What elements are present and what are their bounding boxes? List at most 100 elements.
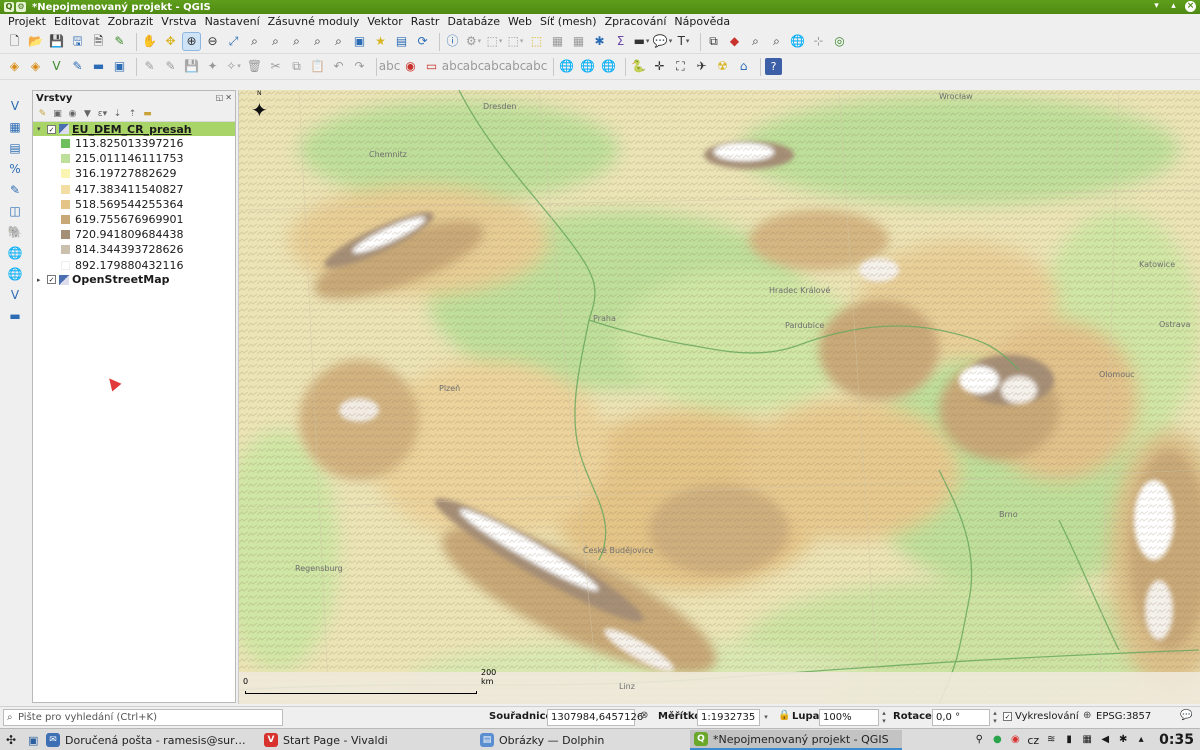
zoom-in-icon[interactable]: ⊕ xyxy=(182,32,201,51)
add-spatialite-icon[interactable]: ◫ xyxy=(5,202,25,220)
vertex-tool-icon[interactable]: ✧ xyxy=(225,58,242,75)
cut-features-icon[interactable]: ✂ xyxy=(267,58,284,75)
taskbar-item-dolphin[interactable]: ▤ Obrázky — Dolphin xyxy=(476,730,688,750)
add-wfs-layer-icon[interactable]: 🌐 xyxy=(5,265,25,283)
style-manager-icon[interactable]: ✎ xyxy=(111,33,128,50)
menu-projekt[interactable]: Projekt xyxy=(4,14,50,30)
deselect-icon[interactable]: ⬚ xyxy=(528,33,545,50)
redo-icon[interactable]: ↷ xyxy=(351,58,368,75)
maximize-button[interactable]: ▴ xyxy=(1168,1,1179,12)
copy-features-icon[interactable]: ⧉ xyxy=(288,58,305,75)
wifi-icon[interactable]: ≋ xyxy=(1045,734,1057,746)
python-console-icon[interactable]: 🐍 xyxy=(630,58,647,75)
label-rotate-icon[interactable]: abc xyxy=(463,58,485,75)
copy-layer-icon[interactable]: ⧉ xyxy=(705,33,722,50)
vivaldi-tray-icon[interactable]: ◉ xyxy=(1009,734,1021,746)
pin-icon[interactable]: ⚲ xyxy=(973,734,985,746)
menu-napoveda[interactable]: Nápověda xyxy=(670,14,734,30)
collapse-all-icon[interactable]: ⇡ xyxy=(127,109,138,119)
manage-themes-icon[interactable]: ◉ xyxy=(67,109,78,119)
plugin-qms-icon[interactable]: ◆ xyxy=(726,33,743,50)
menu-zobrazit[interactable]: Zobrazit xyxy=(104,14,158,30)
edit-pencil-icon[interactable]: ✎ xyxy=(141,58,158,75)
pan-icon[interactable]: ✋ xyxy=(141,33,158,50)
coordinate-toggle-icon[interactable]: ⊗ xyxy=(640,710,648,721)
zoom-next-icon[interactable]: ⌕ xyxy=(330,33,347,50)
save-project-icon[interactable]: 💾 xyxy=(48,33,65,50)
identify-icon[interactable]: ⓘ xyxy=(444,33,461,50)
globe-search-icon[interactable]: 🌐 xyxy=(558,58,575,75)
zoom-field[interactable]: 100% xyxy=(819,709,879,726)
menu-zasuvne-moduly[interactable]: Zásuvné moduly xyxy=(264,14,364,30)
minimize-button[interactable]: ▾ xyxy=(1151,1,1162,12)
remove-layer-icon[interactable]: ▬ xyxy=(142,109,153,119)
add-delimited-text-icon[interactable]: % xyxy=(5,160,25,178)
plugin-search-icon[interactable]: ⌕ xyxy=(747,33,764,50)
render-checkbox[interactable]: ✓ xyxy=(1003,712,1012,721)
close-panel-icon[interactable]: ✕ xyxy=(225,93,232,102)
menu-sit-mesh[interactable]: Síť (mesh) xyxy=(536,14,601,30)
undo-icon[interactable]: ↶ xyxy=(330,58,347,75)
rotation-field[interactable]: 0,0 ° xyxy=(932,709,990,726)
taskbar-item-mail[interactable]: ✉ Doručená pošta - ramesis@sur… xyxy=(42,730,258,750)
menu-nastaveni[interactable]: Nastavení xyxy=(201,14,264,30)
expand-all-icon[interactable]: ⇣ xyxy=(112,109,123,119)
collapse-arrow-icon[interactable]: ▸ xyxy=(37,276,45,284)
expand-tray-icon[interactable]: ▴ xyxy=(1135,734,1147,746)
clock[interactable]: 0:35 xyxy=(1159,732,1194,748)
add-gps-layer-icon[interactable]: ✎ xyxy=(5,181,25,199)
layer-visibility-checkbox[interactable]: ✓ xyxy=(47,275,56,285)
layer-item-openstreetmap[interactable]: ▸ ✓ OpenStreetMap xyxy=(33,273,235,287)
label-pin-icon[interactable]: ◉ xyxy=(402,58,419,75)
rotation-spinner[interactable]: ▴ ▾ xyxy=(990,709,1000,726)
add-wms-layer-icon[interactable]: 🌐 xyxy=(5,244,25,262)
menu-vektor[interactable]: Vektor xyxy=(363,14,406,30)
globe-wfs-icon[interactable]: 🌐 xyxy=(600,58,617,75)
airplane-icon[interactable]: ✈ xyxy=(693,58,710,75)
add-vector-icon[interactable]: V xyxy=(48,58,65,75)
select-by-value-icon[interactable]: ⬚ xyxy=(507,33,524,50)
filter-expression-icon[interactable]: ε▾ xyxy=(97,109,108,119)
settings-icon[interactable]: ⚙ xyxy=(16,2,26,12)
gps-icon[interactable]: ⛶ xyxy=(672,58,689,75)
layer-visibility-checkbox[interactable]: ✓ xyxy=(47,124,56,134)
save-as-icon[interactable]: 🖫 xyxy=(69,33,86,50)
show-bookmarks-icon[interactable]: ▤ xyxy=(393,33,410,50)
layer-style-icon[interactable]: ✎ xyxy=(37,109,48,119)
zoom-out-icon[interactable]: ⊖ xyxy=(204,33,221,50)
delete-selected-icon[interactable]: 🗑 xyxy=(246,58,263,75)
processing-toolbox-icon[interactable]: ✱ xyxy=(591,33,608,50)
zoom-selection-icon[interactable]: ⌕ xyxy=(246,33,263,50)
title-bar[interactable]: Q ⚙ *Nepojmenovaný projekt - QGIS ▾ ▴ × xyxy=(0,0,1200,14)
statistics-icon[interactable]: Σ xyxy=(612,33,629,50)
new-project-icon[interactable]: 🗋 xyxy=(6,33,23,50)
coordinate-field[interactable]: 1307984,6457126 xyxy=(547,709,643,726)
menu-rastr[interactable]: Rastr xyxy=(407,14,444,30)
refresh-icon[interactable]: ⟳ xyxy=(414,33,431,50)
open-project-icon[interactable]: 📂 xyxy=(27,33,44,50)
menu-web[interactable]: Web xyxy=(504,14,536,30)
pan-to-selection-icon[interactable]: ✥ xyxy=(162,33,179,50)
notifications-icon[interactable]: ✱ xyxy=(1117,734,1129,746)
map-canvas[interactable]: N ✦ Dresden Wrocław Praha Hradec Králové… xyxy=(238,90,1200,704)
save-edits-icon[interactable]: 💾 xyxy=(183,58,200,75)
menu-editovat[interactable]: Editovat xyxy=(50,14,104,30)
messages-icon[interactable]: 💬 xyxy=(1180,710,1192,721)
add-mesh-layer-icon[interactable]: ▤ xyxy=(5,139,25,157)
add-group-icon[interactable]: ▣ xyxy=(52,109,63,119)
zoom-last-icon[interactable]: ⌕ xyxy=(309,33,326,50)
add-postgis-icon[interactable]: 🐘 xyxy=(5,223,25,241)
add-wms-icon[interactable]: ▬ xyxy=(90,58,107,75)
close-button[interactable]: × xyxy=(1185,1,1196,12)
add-vector-layer-icon[interactable]: V xyxy=(5,97,25,115)
label-show-icon[interactable]: abc xyxy=(505,58,527,75)
plugin-globe-icon[interactable]: 🌐 xyxy=(789,33,806,50)
taskbar-item-qgis[interactable]: Q *Nepojmenovaný projekt - QGIS xyxy=(690,730,902,750)
plugin-crosshair-icon[interactable]: ⊹ xyxy=(810,33,827,50)
toggle-editing-icon[interactable]: ✎ xyxy=(162,58,179,75)
desktop-icon[interactable]: ▣ xyxy=(24,730,40,750)
zoom-layer-icon[interactable]: ⌕ xyxy=(267,33,284,50)
zoom-native-icon[interactable]: ⌕ xyxy=(288,33,305,50)
print-layout-icon[interactable]: 🗎 xyxy=(90,33,107,50)
add-vector-tile-icon[interactable]: ▣ xyxy=(111,58,128,75)
